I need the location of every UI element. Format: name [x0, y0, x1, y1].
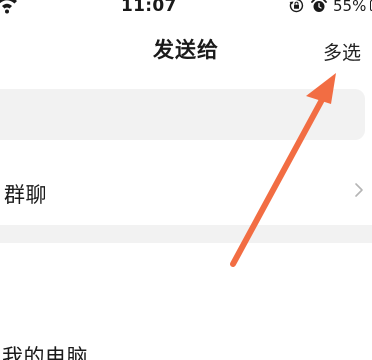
- send-to-screen: 11:07 55% 发送给 多选 群聊 我的电脑: [0, 0, 372, 360]
- section-divider: [0, 225, 372, 243]
- list-item-group-chat[interactable]: 群聊: [0, 162, 372, 218]
- chevron-right-icon: [355, 183, 363, 197]
- multi-select-button[interactable]: 多选: [323, 38, 361, 65]
- wifi-icon: [0, 0, 17, 14]
- my-computer-label: 我的电脑: [2, 345, 88, 360]
- rotation-lock-icon: [289, 0, 304, 13]
- search-input[interactable]: [0, 89, 365, 140]
- status-bar: 11:07 55%: [0, 0, 372, 18]
- page-title: 发送给: [153, 38, 219, 62]
- list-item-my-computer[interactable]: 我的电脑: [0, 336, 372, 360]
- status-time: 11:07: [121, 0, 177, 16]
- group-chat-label: 群聊: [4, 183, 47, 207]
- alarm-icon: [311, 0, 327, 12]
- battery-percentage: 55%: [333, 0, 367, 15]
